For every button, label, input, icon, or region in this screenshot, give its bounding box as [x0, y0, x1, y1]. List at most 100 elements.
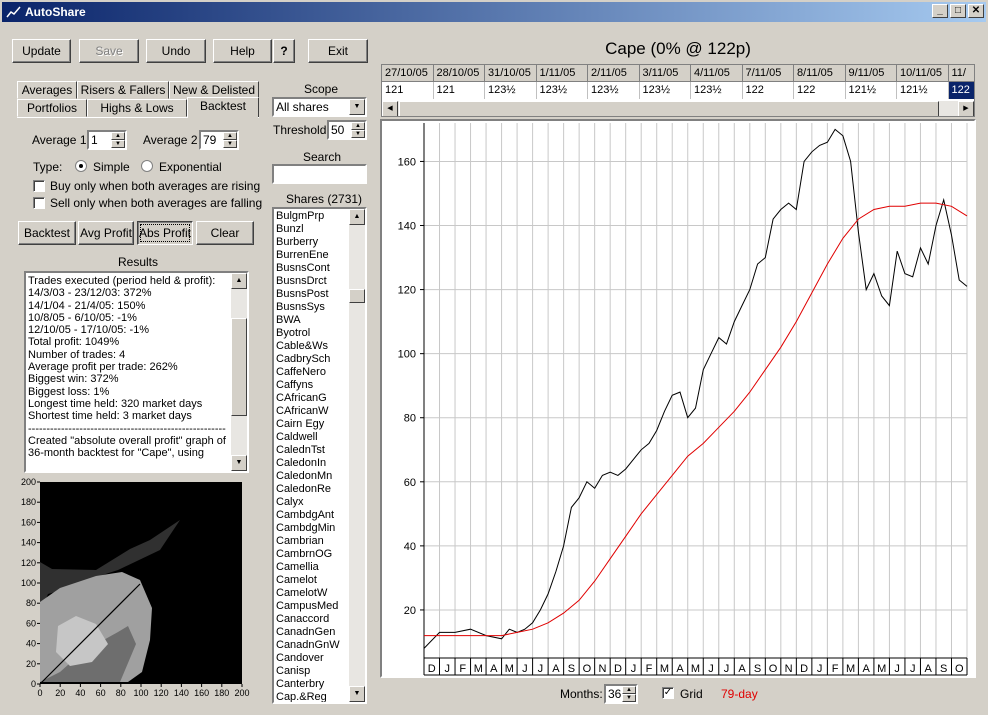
x-tick-label: J: [817, 663, 823, 675]
grid-checkbox[interactable]: ✓: [662, 687, 674, 699]
date-cell[interactable]: 28/10/05: [434, 65, 485, 82]
average1-value: 1: [91, 133, 98, 147]
scroll-down-icon[interactable]: ▼: [349, 686, 365, 702]
undo-button[interactable]: Undo: [146, 39, 206, 63]
scroll-up-icon[interactable]: ▲: [231, 273, 247, 289]
tab-portfolios[interactable]: Portfolios: [17, 99, 87, 117]
update-button[interactable]: Update: [12, 39, 71, 63]
tab-highs-lows[interactable]: Highs & Lows: [87, 99, 187, 117]
price-grid[interactable]: 27/10/05 28/10/05 31/10/05 1/11/05 2/11/05 3/…: [381, 64, 975, 117]
spin-down-icon[interactable]: ▼: [223, 140, 237, 148]
average1-spinner[interactable]: 1 ▲ ▼: [87, 130, 127, 150]
price-cell[interactable]: 121½: [897, 82, 949, 99]
backtest-button[interactable]: Backtest: [18, 221, 76, 245]
maximize-button[interactable]: □: [950, 4, 966, 18]
price-cell[interactable]: 122: [743, 82, 794, 99]
months-spinner[interactable]: 36 ▲ ▼: [604, 684, 638, 704]
scroll-up-icon[interactable]: ▲: [349, 209, 365, 225]
scroll-thumb[interactable]: [399, 101, 939, 116]
abs-profit-button[interactable]: Abs Profit: [137, 221, 193, 245]
price-cell[interactable]: 122: [948, 82, 974, 99]
spin-down-icon[interactable]: ▼: [622, 694, 636, 702]
exit-button[interactable]: Exit: [308, 39, 368, 63]
sell-falling-checkbox[interactable]: [33, 197, 45, 209]
date-cell[interactable]: 3/11/05: [640, 65, 691, 82]
shares-label: Shares (2731): [286, 192, 363, 206]
scroll-down-icon[interactable]: ▼: [231, 455, 247, 471]
scroll-right-icon[interactable]: ▶: [958, 101, 974, 116]
tab-risers-fallers[interactable]: Risers & Fallers: [77, 81, 169, 99]
results-line: Trades executed (period held & profit):: [28, 275, 216, 287]
price-cell[interactable]: 121: [434, 82, 485, 99]
scope-select[interactable]: All shares ▼: [272, 97, 367, 117]
search-input[interactable]: [272, 164, 367, 184]
date-cell[interactable]: 2/11/05: [588, 65, 640, 82]
date-cell[interactable]: 1/11/05: [537, 65, 588, 82]
x-tick-label: O: [583, 663, 592, 675]
price-cell[interactable]: 123½: [537, 82, 588, 99]
date-cell[interactable]: 8/11/05: [794, 65, 846, 82]
x-tick-label: N: [785, 663, 793, 675]
spin-up-icon[interactable]: ▲: [351, 122, 365, 130]
results-box[interactable]: Trades executed (period held & profit): …: [24, 271, 249, 473]
results-scrollbar[interactable]: ▲ ▼: [231, 273, 247, 471]
save-button[interactable]: Save: [79, 39, 139, 63]
chart-series: [423, 128, 968, 649]
spin-up-icon[interactable]: ▲: [622, 686, 636, 694]
help-button[interactable]: Help: [213, 39, 272, 63]
x-tick-label: J: [724, 663, 730, 675]
price-cell[interactable]: 122: [794, 82, 846, 99]
surface-x-tick: 20: [55, 688, 65, 698]
date-cell[interactable]: 10/11/05: [897, 65, 949, 82]
simple-radio[interactable]: [75, 160, 87, 172]
y-tick-label: 120: [398, 285, 416, 297]
scroll-thumb[interactable]: [349, 289, 365, 303]
buy-rising-checkbox[interactable]: [33, 180, 45, 192]
tab-averages[interactable]: Averages: [17, 81, 77, 99]
price-cell[interactable]: 123½: [588, 82, 640, 99]
clear-button[interactable]: Clear: [196, 221, 254, 245]
surface-x-tick: 140: [174, 688, 189, 698]
dropdown-arrow-icon[interactable]: ▼: [349, 99, 365, 115]
date-cell[interactable]: 9/11/05: [846, 65, 897, 82]
price-cell[interactable]: 123½: [485, 82, 537, 99]
chart-y-ticks: 20 40 60 80 100 120 140 160: [398, 156, 424, 617]
close-button[interactable]: ✕: [968, 4, 984, 18]
results-line: 14/1/04 - 21/4/05: 150%: [28, 299, 146, 312]
average2-spinner[interactable]: 79 ▲ ▼: [199, 130, 239, 150]
scroll-left-icon[interactable]: ◀: [382, 101, 398, 116]
tab-backtest[interactable]: Backtest: [187, 97, 259, 118]
spin-down-icon[interactable]: ▼: [111, 140, 125, 148]
help-context-button[interactable]: ?: [273, 39, 295, 63]
threshold-spinner[interactable]: 50 ▲ ▼: [327, 120, 367, 140]
date-cell[interactable]: 31/10/05: [485, 65, 537, 82]
spin-down-icon[interactable]: ▼: [351, 130, 365, 138]
date-cell[interactable]: 11/: [949, 65, 975, 82]
results-list: Trades executed (period held & profit): …: [26, 273, 247, 459]
average-legend-label: 79-day: [721, 687, 758, 701]
x-tick-label: S: [568, 663, 575, 675]
surface-x-tick: 40: [75, 688, 85, 698]
price-cell[interactable]: 123½: [691, 82, 743, 99]
date-cell[interactable]: 27/10/05: [382, 65, 434, 82]
scroll-thumb[interactable]: [231, 318, 247, 416]
date-cell[interactable]: 7/11/05: [743, 65, 794, 82]
exponential-radio[interactable]: [141, 160, 153, 172]
price-grid-hscrollbar[interactable]: ◀ ▶: [382, 101, 974, 116]
results-line: 36-month backtest for "Cape", using: [28, 447, 204, 460]
spin-up-icon[interactable]: ▲: [223, 132, 237, 140]
surface-x-tick: 80: [116, 688, 126, 698]
price-row: 121 121 123½ 123½ 123½ 123½ 123½ 122 122 121½ 121½…: [382, 82, 974, 99]
price-cell[interactable]: 123½: [640, 82, 691, 99]
shares-scrollbar[interactable]: ▲ ▼: [349, 209, 365, 702]
avg-profit-button[interactable]: Avg Profit: [78, 221, 134, 245]
shares-list[interactable]: BulgmPrp Bunzl Burberry BurrenEne BusnsCont B…: [272, 207, 367, 704]
surface-x-tick: 200: [234, 688, 249, 698]
date-cell[interactable]: 4/11/05: [691, 65, 743, 82]
simple-label: Simple: [93, 160, 130, 174]
price-cell[interactable]: 121½: [846, 82, 897, 99]
price-chart[interactable]: 20406080100120140160 DJFMAMJJASONDJFMAMJ…: [382, 121, 974, 676]
price-cell[interactable]: 121: [382, 82, 434, 99]
spin-up-icon[interactable]: ▲: [111, 132, 125, 140]
minimize-button[interactable]: _: [932, 4, 948, 18]
